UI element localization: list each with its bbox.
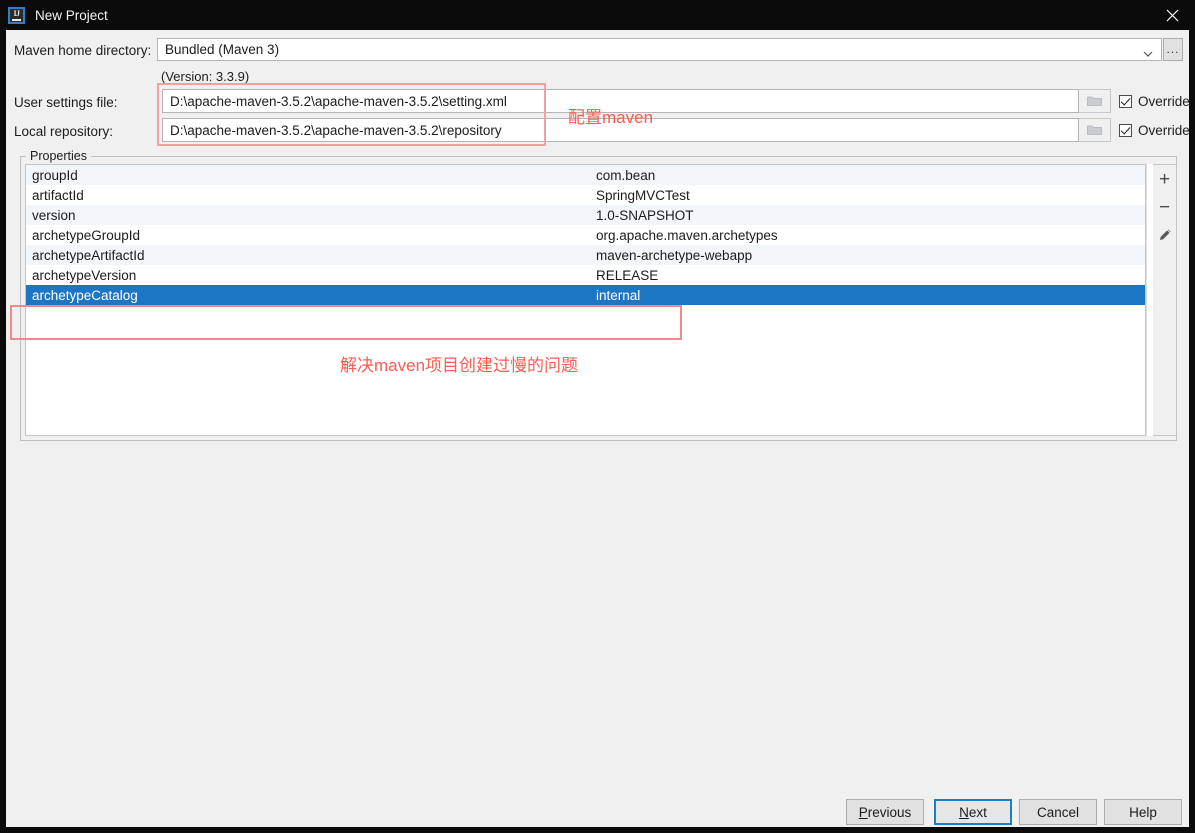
table-row[interactable]: archetypeArtifactId maven-archetype-webap… (26, 245, 1145, 265)
pencil-icon[interactable] (1153, 221, 1176, 249)
previous-mnemonic: P (858, 804, 868, 820)
maven-home-browse-button[interactable]: ... (1163, 38, 1183, 61)
local-repository-override-label: Override (1138, 123, 1190, 138)
local-repository-label: Local repository: (14, 124, 114, 139)
next-button[interactable]: Next (934, 799, 1012, 825)
user-settings-override-label: Override (1138, 94, 1190, 109)
local-repository-folder-icon[interactable] (1079, 118, 1111, 142)
next-mnemonic: N (959, 804, 969, 820)
properties-toolbar: + − (1153, 164, 1177, 436)
table-row[interactable]: groupId com.bean (26, 165, 1145, 185)
table-row[interactable]: version 1.0-SNAPSHOT (26, 205, 1145, 225)
user-settings-override-checkbox[interactable]: Override (1119, 94, 1190, 109)
properties-table[interactable]: groupId com.bean artifactId SpringMVCTest ve… (25, 164, 1146, 436)
dialog-body: Maven home directory: Bundled (Maven 3) … (0, 30, 1195, 833)
property-key: artifactId (32, 187, 84, 203)
maven-home-value: Bundled (Maven 3) (165, 42, 280, 57)
property-key: groupId (32, 167, 78, 183)
maven-home-combobox[interactable]: Bundled (Maven 3) (157, 38, 1162, 61)
title-bar: IJ New Project (0, 0, 1195, 30)
local-repository-override-checkbox[interactable]: Override (1119, 123, 1190, 138)
maven-version-note: (Version: 3.3.9) (161, 69, 250, 84)
property-value: internal (596, 287, 641, 303)
property-value: RELEASE (596, 267, 659, 283)
table-row[interactable]: artifactId SpringMVCTest (26, 185, 1145, 205)
annotation-maven-config: 配置maven (568, 108, 654, 127)
properties-table-scrollbar[interactable] (1146, 164, 1153, 436)
remove-property-button[interactable]: − (1153, 193, 1176, 221)
table-row[interactable]: archetypeVersion RELEASE (26, 265, 1145, 285)
checkbox-box (1119, 95, 1132, 108)
new-project-dialog: IJ New Project Maven home directory: Bun… (0, 0, 1195, 833)
property-key: archetypeGroupId (32, 227, 141, 243)
properties-group-title: Properties (26, 149, 91, 163)
property-key: version (32, 207, 76, 223)
intellij-idea-icon: IJ (8, 6, 25, 24)
dialog-content: Maven home directory: Bundled (Maven 3) … (6, 30, 1190, 827)
table-row[interactable]: archetypeGroupId org.apache.maven.archety… (26, 225, 1145, 245)
previous-label: revious (867, 804, 912, 820)
table-row[interactable]: archetypeCatalog internal (26, 285, 1145, 305)
properties-table-rows: groupId com.bean artifactId SpringMVCTest ve… (26, 165, 1145, 305)
add-property-button[interactable]: + (1153, 165, 1176, 193)
help-button[interactable]: Help (1104, 799, 1182, 825)
cancel-button[interactable]: Cancel (1019, 799, 1097, 825)
property-key: archetypeArtifactId (32, 247, 145, 263)
property-key: archetypeCatalog (32, 287, 138, 303)
property-value: org.apache.maven.archetypes (596, 227, 778, 243)
property-value: com.bean (596, 167, 656, 183)
user-settings-folder-icon[interactable] (1079, 89, 1111, 113)
maven-home-label: Maven home directory: (14, 43, 152, 58)
checkbox-box (1119, 124, 1132, 137)
window-title: New Project (35, 7, 108, 23)
annotation-archetype-note: 解决maven项目创建过慢的问题 (340, 356, 579, 375)
property-value: SpringMVCTest (596, 187, 690, 203)
previous-button[interactable]: Previous (846, 799, 924, 825)
next-label: ext (968, 804, 987, 820)
user-settings-label: User settings file: (14, 95, 118, 110)
property-key: archetypeVersion (32, 267, 137, 283)
property-value: maven-archetype-webapp (596, 247, 753, 263)
close-icon[interactable] (1149, 0, 1195, 30)
property-value: 1.0-SNAPSHOT (596, 207, 694, 223)
chevron-down-icon (1143, 47, 1153, 57)
